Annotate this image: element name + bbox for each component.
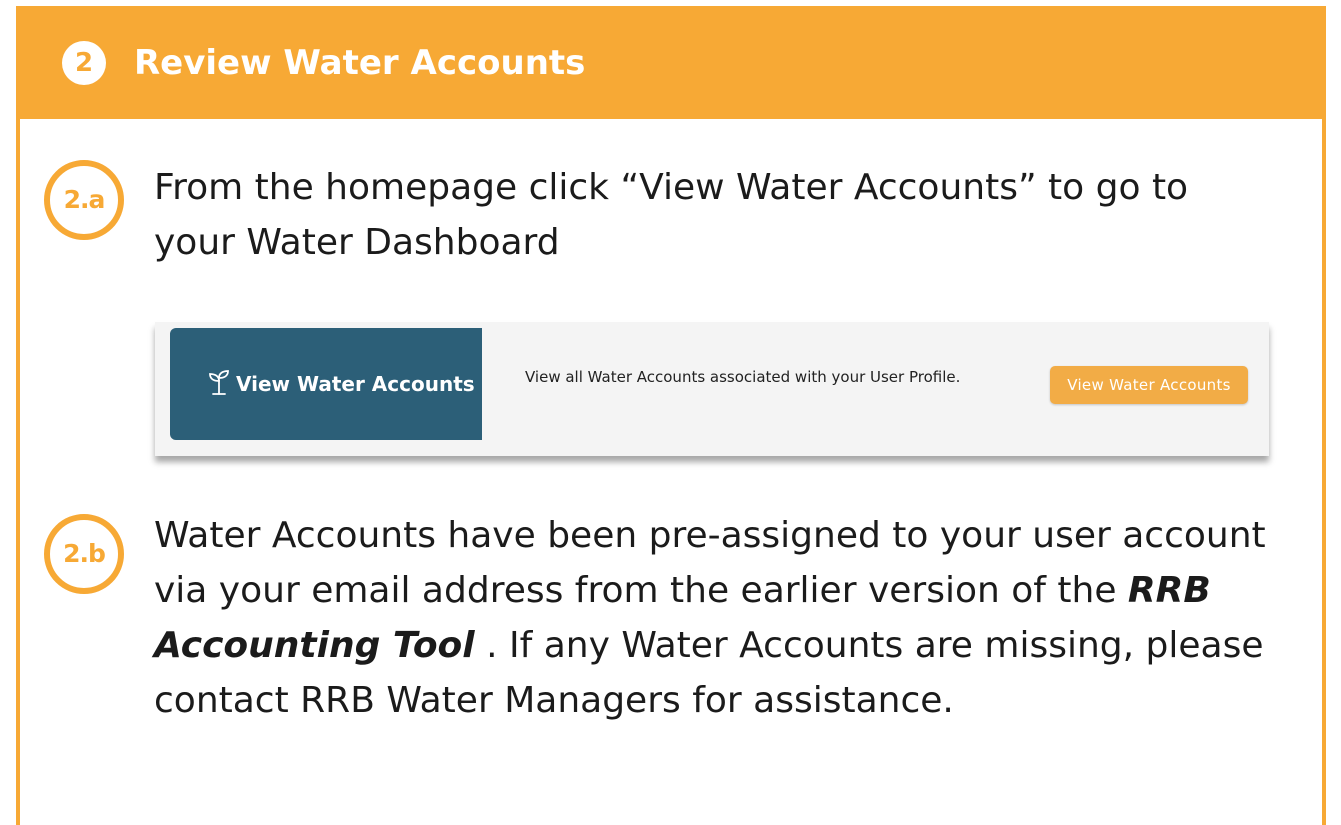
card-title-panel: View Water Accounts	[170, 328, 482, 440]
step-b-text-before: Water Accounts have been pre-assigned to…	[154, 515, 1266, 611]
step-b-instruction: Water Accounts have been pre-assigned to…	[154, 508, 1284, 728]
seedling-icon	[206, 368, 232, 396]
page: 2 Review Water Accounts 2.a From the hom…	[0, 0, 1341, 825]
panel-title: Review Water Accounts	[134, 43, 586, 83]
substep-badge-2b: 2.b	[44, 514, 124, 594]
card-title: View Water Accounts	[236, 372, 475, 396]
substep-badge-2a: 2.a	[44, 160, 124, 240]
panel-header: 2 Review Water Accounts	[20, 6, 1322, 119]
card-description: View all Water Accounts associated with …	[525, 368, 961, 386]
step-a-instruction: From the homepage click “View Water Acco…	[154, 167, 1189, 263]
step-number-badge: 2	[62, 41, 106, 85]
view-water-accounts-button[interactable]: View Water Accounts	[1050, 366, 1248, 404]
